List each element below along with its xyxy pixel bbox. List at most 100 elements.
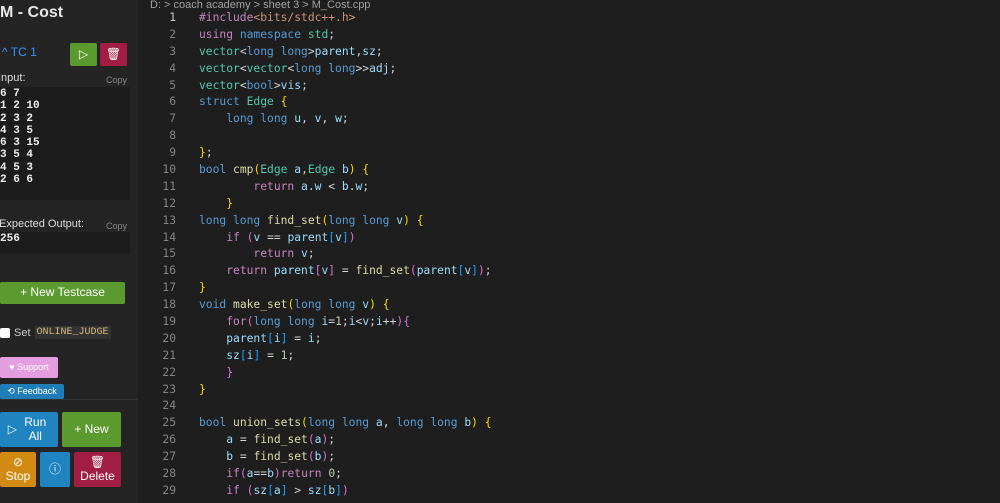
line-text: } (199, 382, 206, 399)
stop-button[interactable]: ⊘ Stop (0, 452, 36, 487)
code-line[interactable]: 20 parent[i] = i; (138, 331, 1000, 348)
code-token: sz (253, 483, 268, 497)
code-token: long long (246, 44, 308, 58)
code-token: vector (199, 44, 240, 58)
line-text: } (199, 196, 233, 213)
code-token: == (260, 230, 288, 244)
run-all-button[interactable]: ▷ Run All (0, 412, 58, 447)
line-number: 1 (169, 11, 176, 24)
line-number: 25 (162, 416, 176, 430)
code-token: Edge (307, 163, 336, 177)
line-number: 9 (169, 146, 176, 160)
code-line[interactable]: 22 } (138, 365, 1000, 382)
online-judge-checkbox[interactable] (0, 327, 10, 338)
delete-testcase-button[interactable]: 🗑 (100, 43, 127, 66)
line-text: }; (199, 145, 213, 162)
code-token: == (253, 467, 268, 481)
code-token: parent (314, 44, 356, 58)
code-token: ; (328, 27, 336, 41)
code-line[interactable]: 17} (138, 280, 1000, 297)
code-token: parent (273, 264, 315, 278)
new-testcase-button[interactable]: + New Testcase (0, 282, 125, 304)
code-token: ; (375, 44, 383, 58)
code-line[interactable]: 18 void make_set(long long v) { (138, 297, 1000, 314)
code-token: long long (396, 416, 458, 430)
feedback-button[interactable]: ⟲ Feedback (0, 384, 64, 399)
code-line[interactable]: 21 sz[i] = 1; (138, 348, 1000, 365)
info-icon: ⓘ (48, 461, 61, 476)
code-line[interactable]: 3 vector<long long>parent,sz; (138, 44, 1000, 61)
code-line[interactable]: 29 if (sz[a] > sz[b]) (138, 483, 1000, 500)
code-line[interactable]: 7 long long u, v, w; (138, 111, 1000, 128)
code-line[interactable]: 23} (138, 382, 1000, 399)
code-token: long long (199, 213, 261, 227)
code-line[interactable]: 19 for(long long i=1;i<v;i++){ (138, 314, 1000, 331)
code-line[interactable]: 11 return a.w < b.w; (138, 179, 1000, 196)
line-number: 26 (162, 433, 176, 447)
code-line[interactable]: 1 #include<bits/stdc++.h> (138, 10, 1000, 27)
code-line[interactable]: 27 b = find_set(b); (138, 449, 1000, 466)
code-token: { (416, 213, 424, 227)
code-line[interactable]: 13 long long find_set(long long v) { (138, 213, 1000, 230)
copy-expected-button[interactable]: Copy (106, 221, 127, 231)
heart-icon: ♥ (9, 361, 18, 372)
expected-output-textarea[interactable]: 256 (0, 232, 130, 254)
code-line[interactable]: 28 if(a==b)return 0; (138, 466, 1000, 483)
code-token: w (335, 112, 342, 126)
code-line[interactable]: 16 return parent[v] = find_set(parent[v]… (138, 263, 1000, 280)
new-button[interactable]: + New (62, 412, 121, 447)
code-line[interactable]: 8 (138, 128, 1000, 145)
code-token: i (348, 315, 356, 329)
code-line[interactable]: 4 vector<vector<long long>>adj; (138, 61, 1000, 78)
code-token: if (226, 467, 240, 481)
code-line[interactable]: 26 a = find_set(a); (138, 432, 1000, 449)
code-token: using (199, 27, 234, 41)
line-number: 16 (162, 264, 176, 278)
delete-all-button[interactable]: 🗑 Delete (74, 452, 121, 487)
line-number: 7 (169, 112, 176, 126)
code-token: 1 (335, 315, 342, 329)
input-textarea[interactable]: 6 7 1 2 10 2 3 2 4 3 5 6 3 15 3 5 4 4 5 … (0, 87, 130, 200)
code-token: > (307, 44, 315, 58)
code-line[interactable]: 24 (138, 398, 1000, 415)
code-token: ; (362, 179, 370, 193)
line-number: 3 (169, 44, 176, 58)
line-text: b = find_set(b); (199, 449, 335, 466)
code-token: , (382, 416, 397, 430)
code-line[interactable]: 6 struct Edge { (138, 94, 1000, 111)
support-button[interactable]: ♥ Support (0, 357, 58, 378)
line-number: 19 (162, 315, 176, 329)
code-line[interactable]: 12 } (138, 196, 1000, 213)
code-line[interactable]: 14 if (v == parent[v]) (138, 230, 1000, 247)
code-token: adj (369, 61, 390, 75)
set-label: Set (14, 326, 31, 339)
code-token: long long (294, 61, 356, 75)
code-token: namespace (239, 27, 302, 41)
code-token: { (403, 315, 411, 329)
problem-title: M - Cost (0, 4, 64, 21)
run-testcase-button[interactable]: ▷ (70, 43, 97, 66)
code-line[interactable]: 2 using namespace std; (138, 27, 1000, 44)
code-token: ) (477, 264, 485, 278)
code-token: = (233, 433, 254, 447)
code-editor[interactable]: D: > coach academy > sheet 3 > M_Cost.cp… (138, 0, 1000, 503)
copy-input-button[interactable]: Copy (106, 75, 127, 85)
code-token: parent (226, 331, 268, 345)
code-line[interactable]: 10 bool cmp(Edge a,Edge b) { (138, 162, 1000, 179)
code-line[interactable]: 15 return v; (138, 246, 1000, 263)
code-line[interactable]: 5 vector<bool>vis; (138, 78, 1000, 95)
code-lines[interactable]: 1 #include<bits/stdc++.h> 2 using namespace… (138, 10, 1000, 500)
code-line[interactable]: 25 bool union_sets(long long a, long long… (138, 415, 1000, 432)
code-token: b (341, 179, 349, 193)
info-button[interactable]: ⓘ (40, 452, 70, 487)
plus-icon: + (74, 421, 85, 436)
testcase-toggle[interactable]: ^ TC 1 (2, 45, 37, 59)
code-line[interactable]: 9}; (138, 145, 1000, 162)
